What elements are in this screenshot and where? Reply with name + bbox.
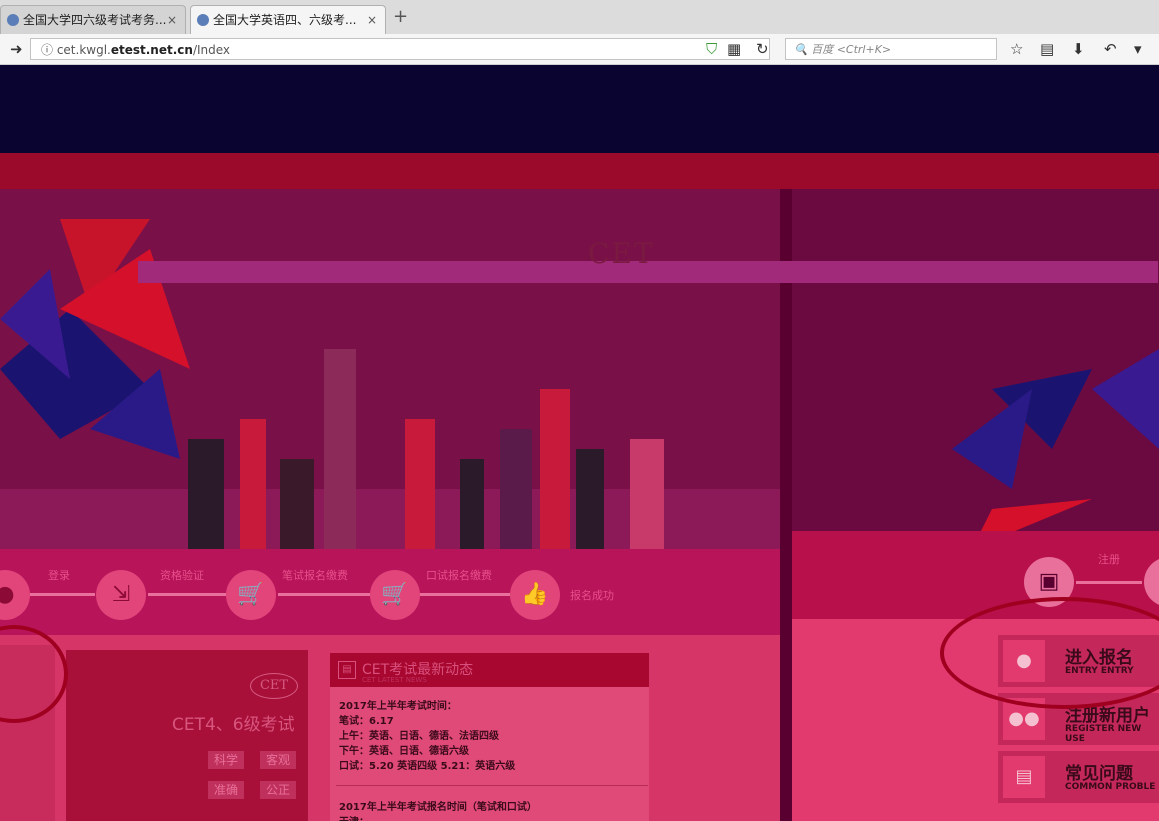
tag-accurate: 准确 [208, 781, 244, 799]
step-cart-icon: 🛒 [226, 570, 276, 620]
step-label-login: 登录 [48, 569, 70, 582]
step-thumbs-up-icon: 👍 [510, 570, 560, 620]
info-icon: ⓘ [41, 43, 57, 57]
address-bar[interactable]: ⓘ cet.kwgl.etest.net.cn/Index [30, 38, 770, 60]
step-connector [30, 593, 95, 596]
search-icon: 🔍 [794, 43, 812, 56]
common-problems-label: 常见问题 [1065, 764, 1133, 784]
building-shape [540, 389, 570, 549]
reload-icon[interactable]: ↻ [756, 40, 769, 58]
shield-icon[interactable]: ⛉ [706, 40, 717, 58]
building-shape [500, 429, 532, 549]
step-label-register: 注册 [1098, 553, 1120, 566]
web-page: CET ● ⇲ 🛒 🛒 👍 登录 资格验证 笔试报名缴费 口试报名缴费 报名成功… [0, 65, 1159, 821]
building-shape [576, 449, 604, 549]
favicon-icon [197, 14, 209, 26]
step-label-oral: 口试报名缴费 [426, 569, 492, 582]
cet-card-logo: CET [250, 673, 298, 699]
cet-card-title: CET4、6级考试 [172, 715, 295, 735]
news-line: 口试：5.20 英语四级 5.21：英语六级 [339, 761, 516, 772]
tag-fair: 公正 [260, 781, 296, 799]
document-icon: ▤ [1003, 756, 1045, 798]
step-verify-icon: ⇲ [96, 570, 146, 620]
tab-cet-registration[interactable]: 全国大学英语四、六级考... × [190, 5, 386, 34]
url-path: /Index [192, 43, 231, 57]
new-tab-button[interactable]: + [393, 6, 408, 27]
news-link[interactable]: 2017年上半年考试报名时间（笔试和口试） [339, 798, 537, 813]
register-new-user-sublabel: REGISTER NEW USE [1065, 724, 1142, 744]
building-shape [460, 459, 484, 549]
close-tab-icon[interactable]: × [367, 6, 377, 34]
favicon-icon [7, 14, 19, 26]
news-line: 笔试：6.17 [339, 716, 394, 727]
tag-scientific: 科学 [208, 751, 244, 769]
browser-nav-bar: ➜ ⓘ cet.kwgl.etest.net.cn/Index ⛉ ▦ ↻ 🔍 … [0, 34, 1159, 65]
step-cart-plus-icon: 🛒 [370, 570, 420, 620]
tab-label: 全国大学四六级考试考务... [23, 13, 167, 27]
news-icon: ▤ [338, 661, 356, 679]
search-input[interactable]: 🔍 百度 <Ctrl+K> [785, 38, 997, 60]
building-shape [324, 349, 356, 549]
url-domain: etest.net.cn [110, 43, 193, 57]
cet-header-logo: CET [588, 237, 655, 270]
news-line: 上午：英语、日语、德语、法语四级 [339, 731, 499, 742]
menu-icon[interactable]: ▾ [1134, 40, 1142, 58]
step-label-written: 笔试报名缴费 [282, 569, 348, 582]
step-connector [420, 593, 510, 596]
tab-label: 全国大学英语四、六级考... [213, 13, 357, 27]
url-prefix: cet.kwgl. [56, 43, 111, 57]
header-band [0, 65, 1159, 153]
forward-arrow-icon[interactable]: ➜ [10, 40, 23, 58]
triangle-shape [952, 389, 1032, 489]
news-line: 下午：英语、日语、德语六级 [339, 746, 469, 757]
step-connector [148, 593, 226, 596]
news-subtitle: CET LATEST NEWS [362, 676, 427, 684]
step-connector [278, 593, 370, 596]
common-problems-sublabel: COMMON PROBLE [1065, 782, 1156, 792]
building-shape [240, 419, 266, 549]
step-label-success: 报名成功 [570, 589, 614, 602]
news-line: 2017年上半年考试时间： [339, 701, 457, 712]
download-icon[interactable]: ⬇ [1072, 40, 1085, 58]
qr-code-icon[interactable]: ▦ [727, 40, 741, 58]
news-line: 天津： [339, 813, 369, 821]
news-divider [336, 785, 648, 786]
triangle-shape [1092, 349, 1159, 449]
reading-list-icon[interactable]: ▤ [1040, 40, 1054, 58]
tab-exam-affairs[interactable]: 全国大学四六级考试考务... × [0, 5, 186, 34]
search-placeholder: 百度 <Ctrl+K> [811, 43, 892, 56]
bookmark-star-icon[interactable]: ☆ [1010, 40, 1023, 58]
building-shape [188, 439, 224, 549]
building-shape [630, 439, 664, 549]
step-label-verify: 资格验证 [160, 569, 204, 582]
tag-objective: 客观 [260, 751, 296, 769]
building-shape [280, 459, 314, 549]
menu-band [0, 153, 1159, 189]
hero-graphic [0, 219, 780, 549]
step-connector [1076, 581, 1142, 584]
browser-tab-bar: 全国大学四六级考试考务... × 全国大学英语四、六级考... × + [0, 0, 1159, 35]
back-history-icon[interactable]: ↶ [1104, 40, 1117, 58]
close-tab-icon[interactable]: × [167, 6, 177, 34]
hero-banner [0, 189, 780, 549]
building-shape [405, 419, 435, 549]
